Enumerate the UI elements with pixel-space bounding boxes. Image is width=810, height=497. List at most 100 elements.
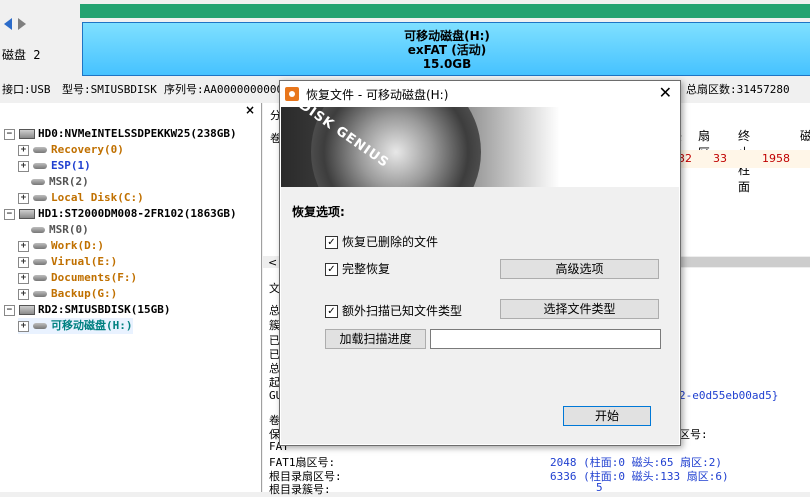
close-icon[interactable]: × <box>245 103 255 117</box>
tree-node-label: 可移动磁盘(H:) <box>51 319 133 332</box>
section-title: 恢复选项: <box>292 205 345 219</box>
dialog-banner: DISK GENIUS <box>281 107 679 187</box>
app-icon <box>285 87 299 101</box>
sector-label: 区号: <box>679 428 708 441</box>
expand-icon[interactable]: + <box>18 144 29 156</box>
disk-bar-strip <box>80 4 810 18</box>
tree-partition-node[interactable]: + Local Disk(C:) <box>18 190 144 206</box>
collapse-icon[interactable]: − <box>4 304 15 316</box>
partition-icon <box>33 259 47 265</box>
tree-disk-node[interactable]: − HD0:NVMeINTELSSDPEKKW25(238GB) <box>4 126 237 142</box>
advanced-options-button[interactable]: 高级选项 <box>500 259 659 279</box>
partition-size: 15.0GB <box>422 57 472 71</box>
tree-partition-node[interactable]: + Recovery(0) <box>18 142 124 158</box>
disk-tree-panel: × − HD0:NVMeINTELSSDPEKKW25(238GB) + Recove… <box>0 103 262 492</box>
total-sectors-info: 总扇区数:31457280 <box>686 83 790 96</box>
start-button[interactable]: 开始 <box>563 406 651 426</box>
checkbox-checked-icon: ✓ <box>325 305 338 318</box>
scan-progress-path-input[interactable] <box>430 329 661 349</box>
tree-node-label: MSR(0) <box>49 223 89 236</box>
expand-icon[interactable]: + <box>18 288 29 300</box>
full-recovery-checkbox[interactable]: ✓ 完整恢复 <box>325 260 390 277</box>
dialog-close-button[interactable]: ✕ <box>659 83 672 103</box>
hard-disk-icon <box>19 129 35 139</box>
serial-info: 序列号:AA000000000000 <box>164 83 297 96</box>
disk-nav <box>4 18 34 38</box>
partition-block[interactable]: 可移动磁盘(H:) exFAT (活动) 15.0GB <box>82 22 810 76</box>
expand-icon[interactable]: + <box>18 272 29 284</box>
tree-node-label: Work(D:) <box>51 239 104 252</box>
column-header: 磁 <box>800 129 810 143</box>
tree-node-label: Documents(F:) <box>51 271 138 284</box>
partition-icon <box>33 323 47 329</box>
tree-partition-node[interactable]: + Virual(E:) <box>18 254 117 270</box>
partition-icon <box>33 243 47 249</box>
tree-partition-node[interactable]: MSR(2) <box>18 174 89 190</box>
checkbox-checked-icon: ✓ <box>325 236 338 249</box>
root-dir-cluster-value: 5 <box>596 481 603 494</box>
partition-icon <box>33 163 47 169</box>
checkbox-label: 额外扫描已知文件类型 <box>342 304 463 318</box>
select-file-types-button[interactable]: 选择文件类型 <box>500 299 659 319</box>
expand-icon[interactable]: + <box>18 160 29 172</box>
partition-icon <box>31 179 45 185</box>
hard-disk-image <box>311 107 481 187</box>
checkbox-checked-icon: ✓ <box>325 263 338 276</box>
interface-info: 接口:USB <box>2 83 51 96</box>
partition-icon <box>33 291 47 297</box>
hard-disk-icon <box>19 209 35 219</box>
checkbox-label: 完整恢复 <box>342 262 391 276</box>
root-dir-cluster-label: 根目录簇号: <box>269 483 331 496</box>
tree-node-label: ESP(1) <box>51 159 91 172</box>
tree-node-label: HD0:NVMeINTELSSDPEKKW25(238GB) <box>38 127 237 140</box>
tree-partition-node[interactable]: + Backup(G:) <box>18 286 117 302</box>
table-row[interactable]: 32 33 1958 <box>668 150 810 168</box>
tree-partition-node[interactable]: + ESP(1) <box>18 158 91 174</box>
partition-icon <box>33 147 47 153</box>
scroll-left-icon[interactable]: < <box>268 256 277 269</box>
grid-cell: 33 <box>713 152 727 165</box>
tree-disk-node[interactable]: − HD1:ST2000DM008-2FR102(1863GB) <box>4 206 237 222</box>
tree-node-label: Local Disk(C:) <box>51 191 144 204</box>
expand-icon[interactable]: + <box>18 256 29 268</box>
load-scan-progress-button[interactable]: 加载扫描进度 <box>325 329 426 349</box>
expand-icon[interactable]: + <box>18 240 29 252</box>
partition-icon <box>33 275 47 281</box>
dialog-title: 恢复文件 - 可移动磁盘(H:) <box>306 88 449 102</box>
grid-cell: 1958 <box>762 152 790 165</box>
extra-scan-checkbox[interactable]: ✓ 额外扫描已知文件类型 <box>325 302 462 319</box>
expand-icon[interactable]: + <box>18 192 29 204</box>
expand-icon[interactable]: + <box>18 320 29 332</box>
tree-partition-node[interactable]: + Documents(F:) <box>18 270 137 286</box>
checkbox-label: 恢复已删除的文件 <box>342 235 439 249</box>
collapse-icon[interactable]: − <box>4 128 15 140</box>
recover-files-dialog: 恢复文件 - 可移动磁盘(H:) ✕ DISK GENIUS 恢复选项: ✓ 恢复… <box>279 80 681 446</box>
tree-partition-node[interactable]: MSR(0) <box>18 222 89 238</box>
dialog-body: 恢复选项: ✓ 恢复已删除的文件 ✓ 完整恢复 高级选项 ✓ 额外扫描已知文件类型 选… <box>281 187 679 444</box>
tree-node-label: Backup(G:) <box>51 287 118 300</box>
partition-filesystem: exFAT (活动) <box>407 43 487 57</box>
prev-disk-icon[interactable] <box>4 18 12 30</box>
tree-partition-node[interactable]: + Work(D:) <box>18 238 104 254</box>
next-disk-icon[interactable] <box>18 18 26 30</box>
tree-node-label: HD1:ST2000DM008-2FR102(1863GB) <box>38 207 237 220</box>
model-info: 型号:SMIUSBDISK <box>62 83 157 96</box>
partition-name: 可移动磁盘(H:) <box>404 29 490 43</box>
partition-icon <box>31 227 45 233</box>
root-dir-sector-value: 6336 (柱面:0 磁头:133 扇区:6) <box>550 470 729 483</box>
tree-node-label: Virual(E:) <box>51 255 118 268</box>
dialog-title-bar[interactable]: 恢复文件 - 可移动磁盘(H:) ✕ <box>280 81 680 107</box>
partition-icon <box>33 195 47 201</box>
collapse-icon[interactable]: − <box>4 208 15 220</box>
disk-map-bar: 磁盘 2 可移动磁盘(H:) exFAT (活动) 15.0GB <box>0 0 810 80</box>
guid-value: 2-e0d55eb00ad5} <box>679 389 779 402</box>
tree-node-label: RD2:SMIUSBDISK(15GB) <box>38 303 171 316</box>
recover-deleted-checkbox[interactable]: ✓ 恢复已删除的文件 <box>325 233 438 250</box>
hard-disk-icon <box>19 305 35 315</box>
tree-disk-node[interactable]: − RD2:SMIUSBDISK(15GB) <box>4 302 170 318</box>
tree-node-label: Recovery(0) <box>51 143 124 156</box>
scrollbar-thumb[interactable] <box>660 257 810 267</box>
tree-partition-node[interactable]: + 可移动磁盘(H:) <box>18 318 133 334</box>
